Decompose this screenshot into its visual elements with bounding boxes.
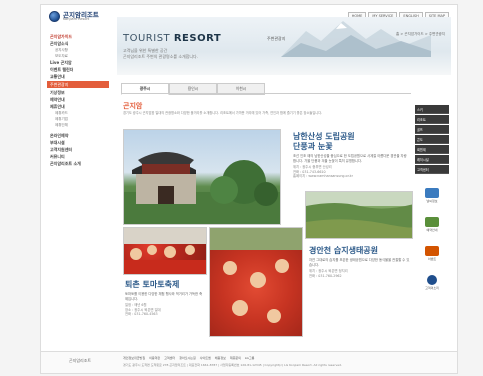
logo-subtext: Konjiam Resort: [63, 17, 90, 21]
footer-logo: 곤지암리조트: [69, 358, 92, 363]
leftnav-item-partnership[interactable]: 제휴안내: [47, 103, 109, 110]
hero-tag: 주변관광지: [267, 36, 286, 41]
tomato-crowd-illustration: [124, 228, 206, 274]
leftnav-item-live[interactable]: Live 곤지암: [47, 59, 109, 66]
calendar-icon: [425, 188, 439, 198]
quick-ski-button[interactable]: 스키: [415, 105, 449, 114]
gift-icon: [425, 246, 439, 256]
site-footer: 곤지암리조트 개인정보취급방침 이용약관 고객센터 찾아오시는길 사이트맵 채용…: [41, 351, 457, 373]
namhansanseong-photo: [123, 129, 281, 225]
weather-link[interactable]: 날씨정보: [415, 188, 449, 203]
page-frame: 곤지암리조트 Konjiam Resort HOME MY SERVICE EN…: [40, 4, 458, 374]
footer-link-sitemap[interactable]: 사이트맵: [200, 356, 211, 360]
attraction-description: 조선 인조 때의 남한산성을 중심으로 한 도립공원으로 사계절 아름다운 경관…: [293, 154, 407, 163]
quick-condo-button[interactable]: 콘도: [415, 135, 449, 144]
breadcrumb: 홈 > 곤지암가이드 > 주변관광지: [396, 32, 445, 36]
logo-icon: [49, 11, 60, 22]
attraction-info: 일정 : 매년 6월 장소 : 광주시 퇴촌면 일대 전화 : 031-760-…: [125, 303, 161, 317]
attraction-info: 위치 : 광주시 중부면 산성리 전화 : 031-743-6610 홈페이지 …: [293, 165, 353, 179]
mountain-illustration: [281, 21, 431, 57]
footer-link-partnership[interactable]: 제휴문의: [230, 356, 241, 360]
voice-of-customer-link[interactable]: 고객의소리: [415, 275, 449, 290]
leftnav-section-facilities[interactable]: 부대시설: [47, 139, 109, 146]
leftnav-section-title[interactable]: 곤지암가이드: [47, 33, 109, 40]
attraction-title: 경안천 습지생태공원: [309, 245, 379, 255]
tab-divider: [121, 93, 411, 94]
footer-link-support[interactable]: 고객센터: [164, 356, 175, 360]
leftnav-item-group[interactable]: 제휴단체: [47, 122, 109, 128]
quick-leisure-button[interactable]: 레저시설: [415, 155, 449, 164]
left-navigation: 곤지암가이드 곤지암소식 공지사항 보도자료 Live 곤지암 이벤트 캘린더 …: [47, 33, 109, 167]
tomato-pool-illustration: [210, 228, 302, 323]
leftnav-section-community[interactable]: 커뮤니티: [47, 153, 109, 160]
footer-address: 경기도 광주시 도척면 도척윗로 278 곤지암리조트 | 대표전화 1661-…: [123, 363, 342, 367]
leftnav-section-about[interactable]: 곤지암리조트 소개: [47, 160, 109, 167]
hero-title: TOURIST RESORT: [123, 33, 222, 44]
footer-links: 개인정보취급방침 이용약관 고객센터 찾아오시는길 사이트맵 채용정보 제휴문의…: [123, 356, 254, 360]
quick-golf-button[interactable]: 골프: [415, 125, 449, 134]
fortress-gate-illustration: [124, 152, 280, 224]
section-description: 경기도 광주시 곤지암읍 일대의 관광명소와 다양한 볼거리를 소개합니다. 리…: [123, 111, 323, 115]
quick-resort-button[interactable]: 리조트: [415, 115, 449, 124]
hero-description: 곤지암리조트 주변의 관광명소를 소개합니다.: [123, 54, 199, 59]
site-logo[interactable]: 곤지암리조트 Konjiam Resort: [49, 11, 99, 22]
attraction-description: 토마토를 이용한 다양한 체험 행사와 먹거리가 가득한 축제입니다.: [125, 292, 203, 301]
reservation-link[interactable]: 예약안내: [415, 217, 449, 232]
attraction-title: 퇴촌 토마토축제: [125, 279, 180, 289]
quick-membership-button[interactable]: 회원제: [415, 145, 449, 154]
section-title: 곤지암: [123, 102, 143, 110]
globe-icon: [427, 275, 437, 285]
footer-link-terms[interactable]: 이용약관: [149, 356, 160, 360]
computer-icon: [425, 217, 439, 227]
leftnav-item-news[interactable]: 곤지암소식: [47, 40, 109, 47]
tomato-pool-photo: [209, 227, 303, 337]
footer-link-group[interactable]: LG그룹: [245, 356, 255, 360]
leftnav-section-support[interactable]: 고객지원센터: [47, 146, 109, 153]
attraction-wetland: 경안천 습지생태공원 자연 그대로의 습지를 보존한 생태공원으로 다양한 동식…: [309, 245, 411, 278]
leftnav-item-calendar[interactable]: 이벤트 캘린더: [47, 66, 109, 73]
attraction-namhansanseong: 남한산성 도립공원 단풍과 눈꽃 조선 인조 때의 남한산성을 중심으로 한 도…: [293, 131, 409, 179]
right-quick-menu: 스키 리조트 골프 콘도 회원제 레저시설 고객센터 날씨정보 예약안내 이벤트…: [415, 105, 449, 290]
footer-link-directions[interactable]: 찾아오시는길: [179, 356, 196, 360]
attraction-description: 자연 그대로의 습지를 보존한 생태공원으로 다양한 동식물을 관찰할 수 있습…: [309, 258, 410, 267]
leftnav-item-traffic[interactable]: 교통안내: [47, 73, 109, 80]
leftnav-section-booking[interactable]: 온라인예약: [47, 132, 109, 139]
leftnav-item-reservation[interactable]: 예약안내: [47, 96, 109, 103]
event-link[interactable]: 이벤트: [415, 246, 449, 261]
hero-banner: TOURIST RESORT 주변관광지 고객님을 위한 특별한 공간 곤지암리…: [117, 17, 451, 75]
attraction-title: 남한산성 도립공원 단풍과 눈꽃: [293, 131, 355, 151]
footer-link-careers[interactable]: 채용정보: [215, 356, 226, 360]
wetland-photo: [305, 191, 413, 239]
tomato-festival-photo: [123, 227, 207, 275]
footer-link-privacy[interactable]: 개인정보취급방침: [123, 356, 145, 360]
wetland-illustration: [306, 192, 412, 238]
leftnav-item-attractions[interactable]: 주변관광지: [47, 81, 109, 88]
leftnav-item-weather[interactable]: 기상정보: [47, 89, 109, 96]
attraction-info: 위치 : 광주시 퇴촌면 정지리 전화 : 031-760-2962: [309, 269, 348, 278]
quick-support-button[interactable]: 고객센터: [415, 165, 449, 174]
attraction-tomato-festival: 퇴촌 토마토축제 토마토를 이용한 다양한 체험 행사와 먹거리가 가득한 축제…: [125, 279, 205, 317]
